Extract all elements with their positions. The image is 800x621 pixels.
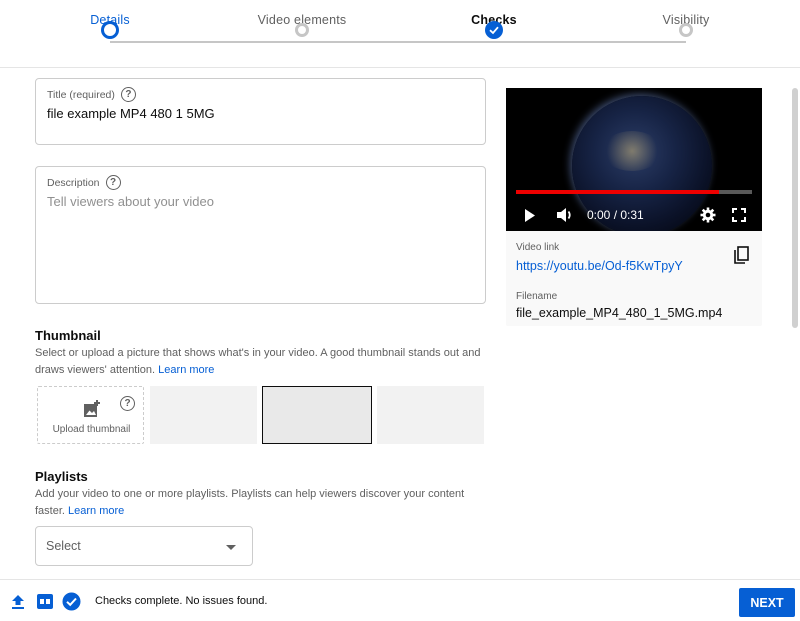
scrollbar[interactable] xyxy=(792,88,798,328)
settings-gear-icon[interactable] xyxy=(700,207,716,223)
filename-value: file_example_MP4_480_1_5MG.mp4 xyxy=(516,306,723,320)
playlists-heading: Playlists xyxy=(35,469,88,484)
checks-complete-icon[interactable] xyxy=(62,592,81,611)
fullscreen-icon[interactable] xyxy=(732,208,746,222)
step-checks-check-icon[interactable] xyxy=(485,21,503,39)
volume-icon[interactable] xyxy=(556,207,574,223)
video-preview-card: 0:00 / 0:31 Video link https://youtu.be/… xyxy=(506,88,762,326)
stepper-line xyxy=(110,41,686,43)
playlist-select-value: Select xyxy=(46,539,81,553)
help-icon[interactable]: ? xyxy=(105,175,121,190)
step-visibility-dot[interactable] xyxy=(679,23,693,37)
next-button[interactable]: NEXT xyxy=(739,588,795,617)
video-player[interactable]: 0:00 / 0:31 xyxy=(506,88,762,231)
thumbnail-option-3[interactable] xyxy=(377,386,484,444)
thumbnail-description: Select or upload a picture that shows wh… xyxy=(35,345,485,379)
help-icon[interactable]: ? xyxy=(120,87,136,102)
thumbnail-description-text: Select or upload a picture that shows wh… xyxy=(35,347,481,376)
copy-icon[interactable] xyxy=(733,246,750,265)
footer-bar: Checks complete. No issues found. NEXT xyxy=(0,579,800,621)
video-time: 0:00 / 0:31 xyxy=(587,208,644,222)
hd-icon[interactable] xyxy=(37,594,53,609)
description-field[interactable]: Description ? Tell viewers about your vi… xyxy=(35,166,486,304)
upload-thumbnail-button[interactable]: ? Upload thumbnail xyxy=(37,386,144,444)
step-details-dot[interactable] xyxy=(101,21,119,39)
title-input[interactable]: file example MP4 480 1 5MG xyxy=(47,106,215,121)
filename-label: Filename xyxy=(516,291,558,302)
step-video-elements-dot[interactable] xyxy=(295,23,309,37)
video-link-label: Video link xyxy=(516,242,560,253)
dropdown-arrow-icon xyxy=(226,545,236,550)
thumbnail-option-2-selected[interactable] xyxy=(262,386,372,444)
thumbnail-option-1[interactable] xyxy=(150,386,257,444)
description-label-row: Description ? xyxy=(47,175,121,190)
status-message: Checks complete. No issues found. xyxy=(95,595,268,607)
upload-icon[interactable] xyxy=(11,594,25,610)
playlists-learn-more-link[interactable]: Learn more xyxy=(68,505,124,517)
thumbnail-learn-more-link[interactable]: Learn more xyxy=(158,364,214,376)
help-icon[interactable]: ? xyxy=(120,396,135,411)
title-field[interactable]: Title (required) ? file example MP4 480 … xyxy=(35,78,486,145)
description-label: Description xyxy=(47,176,100,189)
upload-stepper: Details Video elements Checks Visibility xyxy=(0,0,800,68)
add-photo-icon xyxy=(84,400,100,417)
playlists-description: Add your video to one or more playlists.… xyxy=(35,486,485,520)
thumbnail-heading: Thumbnail xyxy=(35,328,101,343)
upload-thumbnail-label: Upload thumbnail xyxy=(52,424,131,435)
play-icon[interactable] xyxy=(524,209,536,222)
video-progress-bar[interactable] xyxy=(516,190,752,194)
playlist-select[interactable]: Select xyxy=(35,526,253,566)
video-link[interactable]: https://youtu.be/Od-f5KwTpyY xyxy=(516,259,683,273)
title-label: Title (required) xyxy=(47,88,115,101)
video-progress-fill xyxy=(516,190,719,194)
title-label-row: Title (required) ? xyxy=(47,87,136,102)
description-input[interactable]: Tell viewers about your video xyxy=(47,194,214,209)
